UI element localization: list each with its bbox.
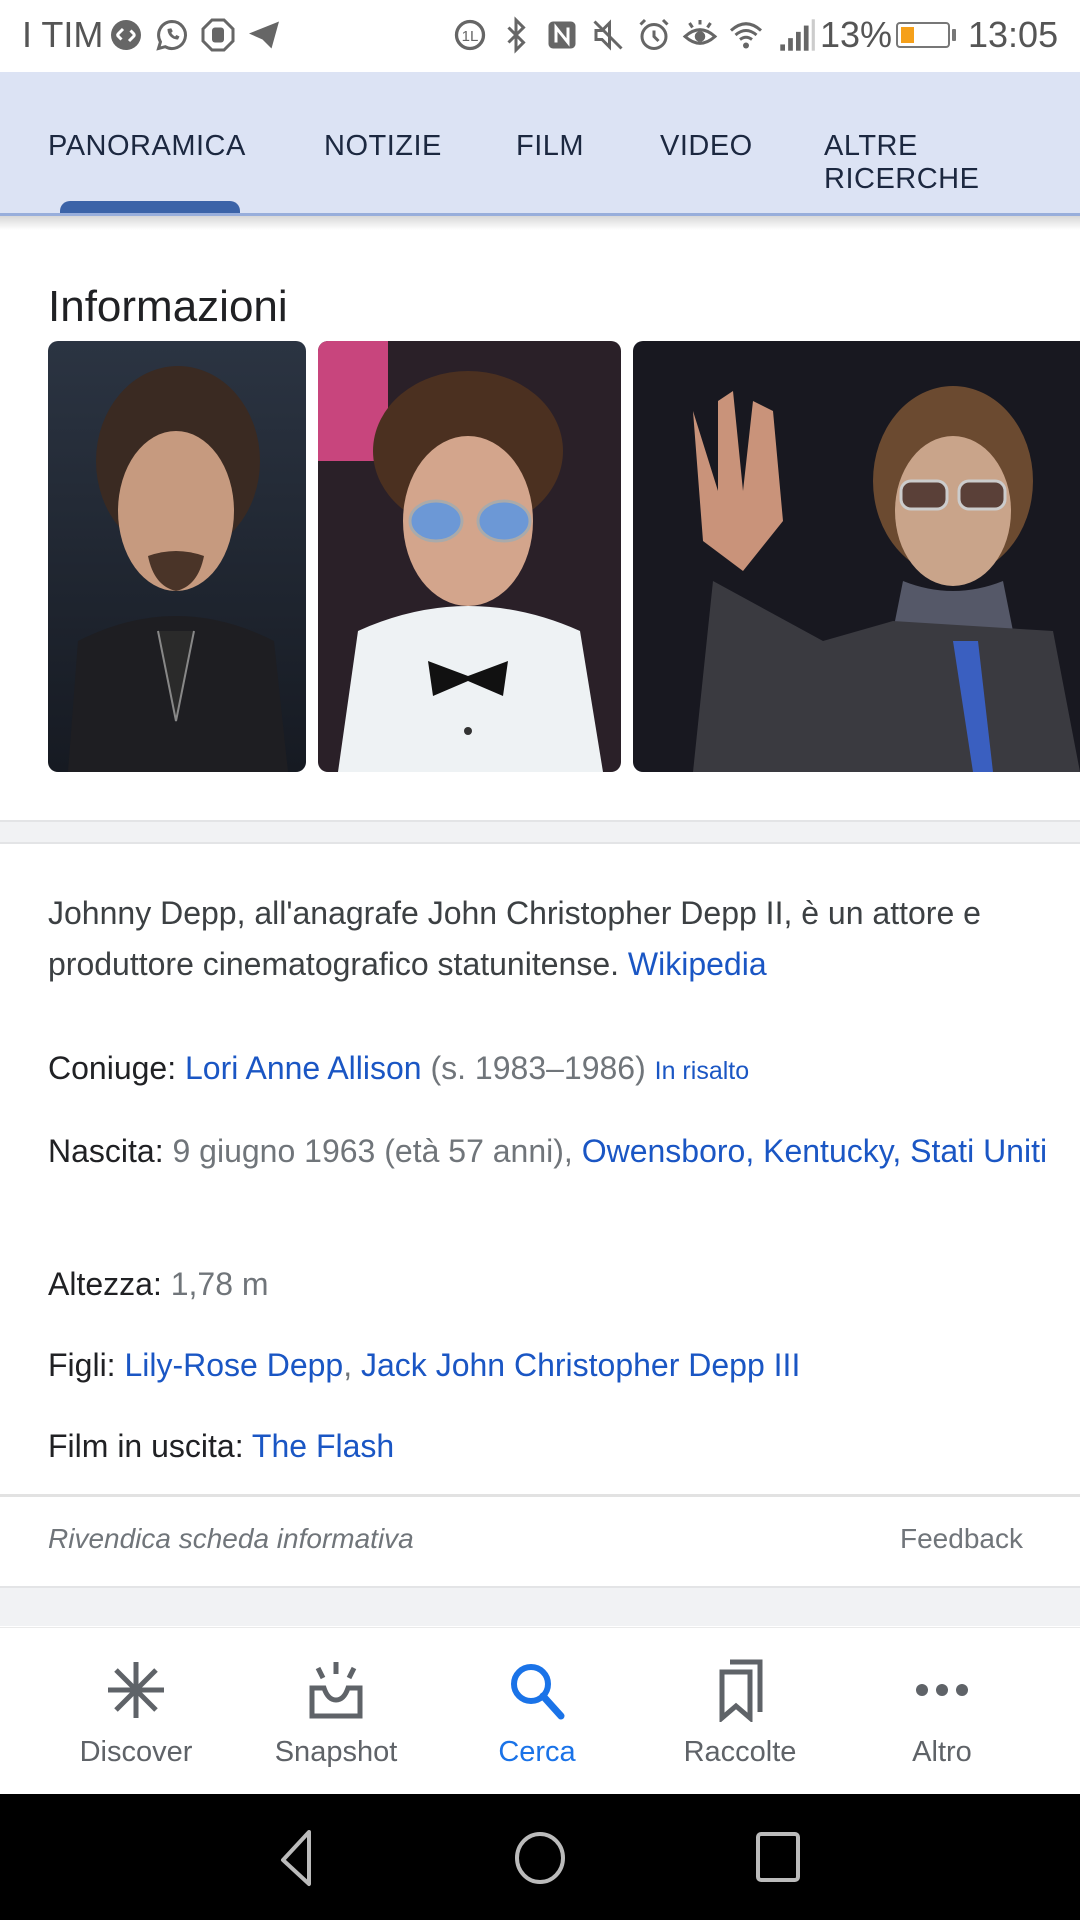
svg-text:1L: 1L — [462, 28, 479, 45]
photo-3-image — [633, 341, 1080, 772]
fact-label: Figli: — [48, 1347, 116, 1383]
whatsapp-icon — [156, 19, 187, 51]
fact-label: Nascita: — [48, 1133, 164, 1169]
snapshot-icon — [309, 1662, 363, 1719]
fact-label: Altezza: — [48, 1266, 162, 1302]
more-icon — [916, 1684, 968, 1696]
height-value: 1,78 m — [170, 1266, 269, 1302]
carrier-label: I TIM — [22, 14, 104, 55]
fact-birth: Nascita: 9 giugno 1963 (età 57 anni), Ow… — [48, 1126, 1048, 1176]
adblock-hand-icon — [201, 18, 235, 52]
battery-icon — [896, 22, 950, 48]
bottom-nav: Discover Snapshot Cerca Raccolte Altro — [0, 1627, 1080, 1795]
nav-snapshot[interactable]: Snapshot — [236, 1628, 436, 1795]
recents-button-icon[interactable] — [745, 1824, 811, 1890]
fact-label: Film in uscita: — [48, 1428, 244, 1464]
bluetooth-icon — [507, 16, 526, 54]
feedback-link[interactable]: Feedback — [900, 1523, 1023, 1555]
tab-altre-ricerche[interactable]: ALTRE RICERCHE — [824, 130, 1080, 196]
claim-panel-link[interactable]: Rivendica scheda informativa — [48, 1523, 414, 1555]
battery-level — [901, 27, 914, 43]
fact-spouse: Coniuge: Lori Anne Allison (s. 1983–1986… — [48, 1043, 1048, 1096]
eye-comfort-icon — [682, 20, 718, 45]
mute-icon — [593, 19, 623, 51]
wifi-icon — [729, 22, 763, 49]
nfc-icon — [548, 21, 576, 49]
tab-video[interactable]: VIDEO — [660, 130, 753, 163]
tab-bar: PANORAMICA NOTIZIE FILM VIDEO ALTRE RICE… — [0, 72, 1080, 216]
photo-1[interactable] — [48, 341, 306, 772]
search-icon — [511, 1664, 565, 1720]
nav-cerca[interactable]: Cerca — [437, 1628, 637, 1795]
children-separator: , — [343, 1347, 353, 1383]
clock: 13:05 — [968, 14, 1059, 55]
in-risalto-link[interactable]: In risalto — [655, 1057, 749, 1085]
photo-2-image — [318, 341, 621, 772]
telegram-icon — [249, 21, 279, 49]
tab-bar-shadow — [0, 216, 1080, 230]
status-bar: I TIM 1L 13% 13:05 — [0, 0, 1080, 72]
description-text: Johnny Depp, all'anagrafe John Christoph… — [48, 895, 981, 982]
nav-label: Raccolte — [683, 1736, 797, 1768]
fact-children: Figli: Lily-Rose Depp, Jack John Christo… — [48, 1340, 1048, 1390]
wikipedia-link[interactable]: Wikipedia — [628, 946, 767, 982]
fact-height: Altezza: 1,78 m — [48, 1259, 1048, 1309]
nav-raccolte[interactable]: Raccolte — [640, 1628, 840, 1795]
signal-icon — [780, 19, 815, 51]
birthplace-link[interactable]: Owensboro, Kentucky, Stati Uniti — [582, 1133, 1047, 1169]
nav-label: Cerca — [498, 1736, 576, 1768]
back-button-icon[interactable] — [265, 1824, 331, 1890]
nav-altro[interactable]: Altro — [842, 1628, 1042, 1795]
spouse-link[interactable]: Lori Anne Allison — [185, 1050, 422, 1086]
upcoming-film-link[interactable]: The Flash — [252, 1428, 394, 1464]
photo-2[interactable] — [318, 341, 621, 772]
footer-band — [0, 1586, 1080, 1626]
asterisk-icon — [108, 1662, 164, 1718]
photo-3[interactable] — [633, 341, 1080, 772]
nav-label: Altro — [912, 1736, 972, 1768]
nav-discover[interactable]: Discover — [36, 1628, 236, 1795]
child-link-2[interactable]: Jack John Christopher Depp III — [361, 1347, 800, 1383]
section-title: Informazioni — [48, 282, 288, 331]
battery-percent: 13% — [820, 14, 893, 55]
fact-label: Coniuge: — [48, 1050, 177, 1086]
tab-notizie[interactable]: NOTIZIE — [324, 130, 442, 163]
spouse-years: (s. 1983–1986) — [430, 1050, 646, 1086]
battery-cap — [952, 29, 956, 41]
home-button-icon[interactable] — [507, 1824, 573, 1890]
birth-date: 9 giugno 1963 (età 57 anni), — [172, 1133, 573, 1169]
bookmarks-icon — [719, 1659, 763, 1722]
alarm-icon — [639, 18, 669, 50]
nav-label: Snapshot — [274, 1736, 398, 1768]
active-tab-indicator — [60, 201, 240, 213]
fact-upcoming-film: Film in uscita: The Flash — [48, 1421, 1048, 1471]
photo-1-image — [48, 341, 306, 772]
description: Johnny Depp, all'anagrafe John Christoph… — [48, 888, 1048, 990]
section-divider — [0, 820, 1080, 844]
system-nav-bar — [0, 1794, 1080, 1920]
footer-divider — [0, 1494, 1080, 1497]
shazam-icon — [111, 20, 141, 50]
tab-film[interactable]: FILM — [516, 130, 584, 163]
child-link-1[interactable]: Lily-Rose Depp — [124, 1347, 343, 1383]
data-saver-icon: 1L — [454, 19, 486, 51]
tab-panoramica[interactable]: PANORAMICA — [48, 130, 246, 163]
nav-label: Discover — [79, 1736, 193, 1768]
